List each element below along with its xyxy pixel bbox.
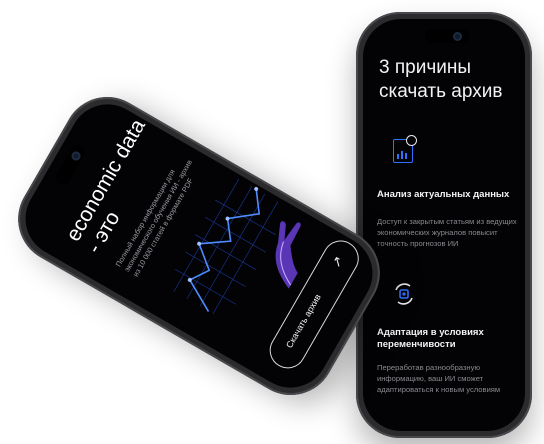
phone-left: economic data - это Полный набор информа…: [2, 80, 396, 412]
download-button-label: Скачать архив: [284, 292, 323, 350]
reasons-title: 3 причины скачать архив: [379, 57, 503, 102]
feature-description: Переработав разнообразную информацию, ва…: [377, 363, 501, 394]
adaptation-cycle-icon: [395, 283, 413, 305]
left-screen: economic data - это Полный набор информа…: [11, 90, 387, 402]
feature-title: Адаптация в условиях переменчивости: [377, 327, 484, 350]
feature-title: Анализ актуальных данных: [377, 189, 510, 200]
camera-icon: [453, 32, 462, 41]
document-chart-search-icon: [393, 135, 417, 163]
arrow-up-right-icon: ↗: [327, 253, 347, 271]
dynamic-island: [425, 29, 469, 43]
right-screen: 3 причины скачать архив Анализ актуальны…: [363, 19, 525, 431]
phone-right: 3 причины скачать архив Анализ актуальны…: [356, 12, 532, 438]
feature-description: Доступ к закрытым статьям из ведущих эко…: [377, 217, 517, 248]
dynamic-island: [53, 142, 88, 188]
